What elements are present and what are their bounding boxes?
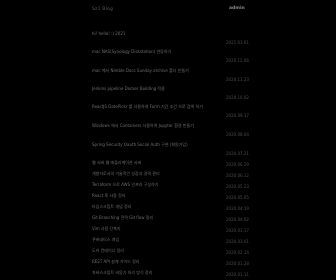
post-date: 2020.07.21 [226,151,249,156]
post-date: 2020.04.19 [226,206,249,211]
post-date: 2020.03.17 [226,228,249,233]
post-item[interactable]: hi! hello! :) 2021 2021.03.01 [0,31,336,45]
post-date: 2020.01.28 [226,261,249,266]
post-title[interactable]: 자바스크립트 비동기 처리 방식 정리 [92,270,152,276]
post-item[interactable]: 개발자로서의 기술적인 성장과 경력 관리 2020.06.12 [0,171,336,181]
post-item[interactable]: 도커 컨테이너 정리 2020.02.14 [0,248,336,258]
post-date: 2020.03.01 [226,239,249,244]
post-title[interactable]: 타입스크립트 개념 정리 [92,204,131,210]
post-title[interactable]: 개발자로서의 기술적인 성장과 경력 관리 [92,171,160,177]
post-date: 2020.04.02 [226,217,249,222]
post-item[interactable]: 타입스크립트 개념 정리 2020.04.19 [0,204,336,214]
post-item[interactable]: React 훅 사용 정리 2020.05.05 [0,193,336,203]
post-date: 2020.06.29 [226,162,249,167]
post-date: 2020.10.02 [226,95,249,100]
post-title[interactable]: mac 에서 Nimble Docs Sunday archive 폴더 만들기 [92,68,189,74]
post-title[interactable]: Spring Security Oauth Social Auth 구현 (회원… [92,142,188,148]
post-item[interactable]: mac 에서 Nimble Docs Sunday archive 폴더 만들기… [0,68,336,82]
post-title[interactable]: 웹 서버 웹 애플리케이션 서버 [92,160,141,166]
post-item[interactable]: mac NAS(Synology Diskstation) 연동하기 2020.… [0,49,336,63]
post-date: 2020.09.17 [226,113,249,118]
post-date: 2020.05.23 [226,184,249,189]
post-date: 2020.02.14 [226,250,249,255]
post-title[interactable]: mac NAS(Synology Diskstation) 연동하기 [92,49,171,55]
post-date: 2020.12.06 [226,58,249,63]
post-item[interactable]: 자바스크립트 비동기 처리 방식 정리 2020.01.11 [0,270,336,280]
post-title[interactable]: Jenkins pipeline Docker Building 적용 [92,86,165,92]
post-item[interactable]: Vim 사용 단축키 2020.03.17 [0,226,336,236]
post-item[interactable]: Windows 에서 Containers 사용하여 Jupyter 환경 만들… [0,123,336,137]
post-title[interactable]: Windows 에서 Containers 사용하여 Jupyter 환경 만들… [92,123,194,129]
post-date: 2020.01.11 [226,272,249,277]
post-title[interactable]: Vim 사용 단축키 [92,226,121,232]
post-item[interactable]: REST API 설계 가이드 정리 2020.01.28 [0,259,336,269]
post-title[interactable]: React 훅 사용 정리 [92,193,126,199]
post-item[interactable]: 쿠버네티스 개념 2020.03.01 [0,237,336,247]
post-title[interactable]: 도커 컨테이너 정리 [92,248,124,254]
post-item[interactable]: 웹 서버 웹 애플리케이션 서버 2020.06.29 [0,160,336,170]
post-title[interactable]: ReactJS DatePickr 를 사용하여 Form 기간 조건 으로 검… [92,104,203,110]
post-date: 2020.06.12 [226,173,249,178]
post-title[interactable]: Git Branching 전략 Git flow 정리 [92,215,153,221]
post-item[interactable]: Git Branching 전략 Git flow 정리 2020.04.02 [0,215,336,225]
post-title[interactable]: REST API 설계 가이드 정리 [92,259,139,265]
post-date: 2020.11.23 [226,77,249,82]
post-item[interactable]: Terraform 으로 AWS 인프라 구성하기 2020.05.23 [0,182,336,192]
post-title[interactable]: Terraform 으로 AWS 인프라 구성하기 [92,182,158,188]
post-title[interactable]: 쿠버네티스 개념 [92,237,119,243]
post-item[interactable]: ReactJS DatePickr 를 사용하여 Form 기간 조건 으로 검… [0,104,336,118]
post-item[interactable]: Spring Security Oauth Social Auth 구현 (회원… [0,142,336,156]
post-list: hi! hello! :) 2021 2021.03.01 mac NAS(Sy… [0,0,336,280]
post-item[interactable]: Jenkins pipeline Docker Building 적용 2020… [0,86,336,100]
post-date: 2021.03.01 [226,40,249,45]
post-date: 2020.08.04 [226,132,249,137]
post-date: 2020.05.05 [226,195,249,200]
post-title[interactable]: hi! hello! :) 2021 [92,31,125,37]
